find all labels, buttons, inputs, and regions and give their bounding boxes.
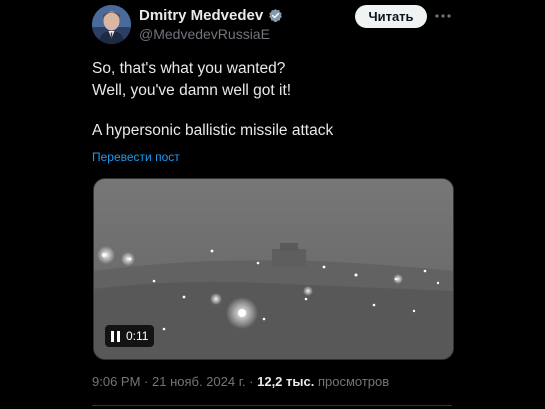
pause-icon[interactable] <box>111 330 120 342</box>
author-handle[interactable]: @MedvedevRussiaE <box>139 26 270 42</box>
meta-separator: · <box>144 374 149 389</box>
tweet-text-line: Well, you've damn well got it! <box>92 82 292 99</box>
avatar-image <box>92 5 131 44</box>
author-name-row: Dmitry Medvedev <box>139 7 283 24</box>
tweet-date[interactable]: 21 нояб. 2024 г. <box>152 374 246 389</box>
video-time: 0:11 <box>126 329 149 343</box>
avatar[interactable] <box>92 5 131 44</box>
views-count[interactable]: 12,2 тыс. <box>257 374 314 389</box>
author-display-name[interactable]: Dmitry Medvedev <box>139 7 263 24</box>
follow-button[interactable]: Читать <box>355 5 427 28</box>
meta-separator: · <box>249 374 254 389</box>
tweet-meta: 9:06 PM · 21 нояб. 2024 г. · 12,2 тыс. п… <box>92 374 389 389</box>
tweet-time[interactable]: 9:06 PM <box>92 374 140 389</box>
verified-badge-icon <box>268 8 283 23</box>
tweet-text: So, that's what you wanted? Well, you've… <box>92 58 492 142</box>
tweet-text-line: So, that's what you wanted? <box>92 60 286 77</box>
tweet-container: Dmitry Medvedev @MedvedevRussiaE Читать … <box>0 0 545 409</box>
video-controls[interactable]: 0:11 <box>105 325 155 347</box>
tweet-text-line: A hypersonic ballistic missile attack <box>92 122 334 139</box>
views-label: просмотров <box>317 374 390 389</box>
translate-post-link[interactable]: Перевести пост <box>92 150 180 164</box>
more-options-icon[interactable] <box>434 10 452 22</box>
divider <box>92 405 452 406</box>
